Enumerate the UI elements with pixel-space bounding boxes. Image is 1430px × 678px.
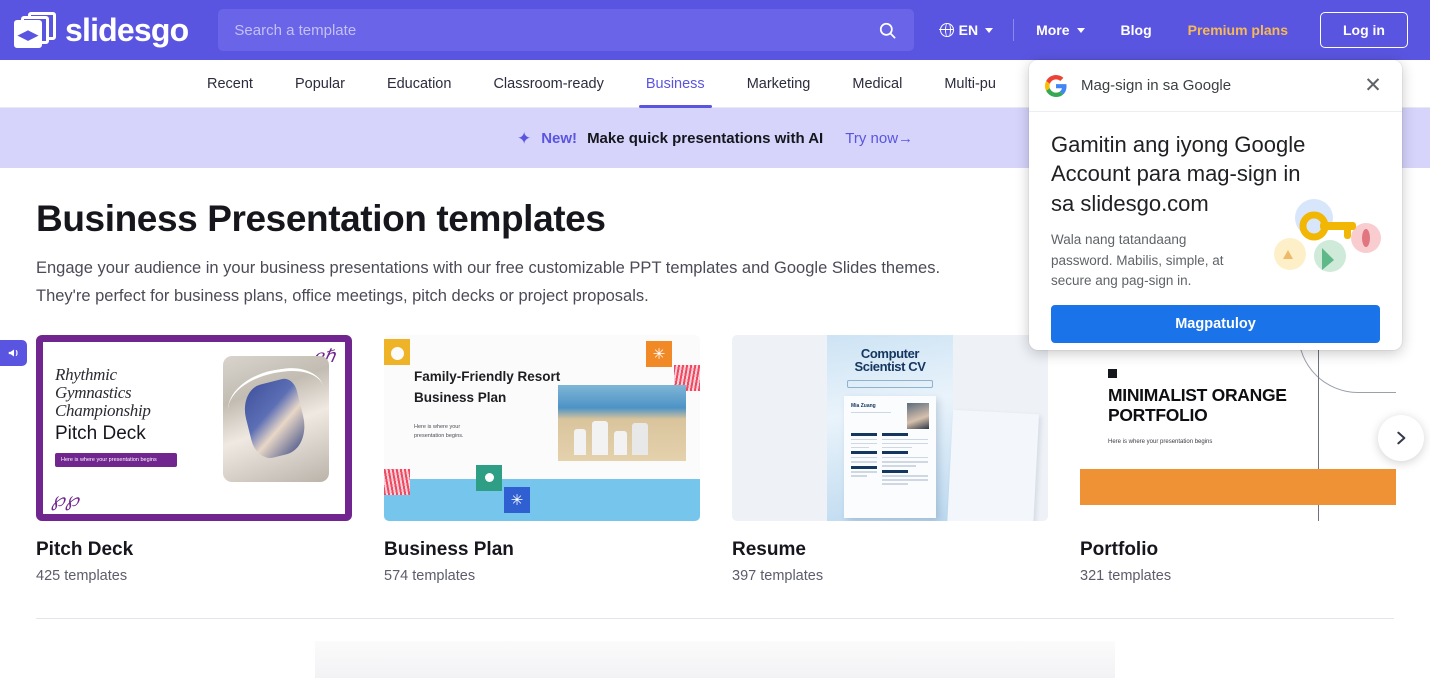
- feedback-tab-button[interactable]: [0, 340, 27, 366]
- category-card-business-plan[interactable]: ✳ ✳ Family-Friendly Resort Business Plan…: [384, 335, 700, 584]
- nav-tab-popular[interactable]: Popular: [274, 60, 366, 108]
- search-icon: [878, 21, 897, 40]
- category-card-resume[interactable]: Computer Scientist CV Mia Zuang: [732, 335, 1048, 584]
- thumb-photo: [558, 385, 686, 461]
- login-button[interactable]: Log in: [1320, 12, 1408, 48]
- premium-plans-link[interactable]: Premium plans: [1170, 22, 1306, 38]
- nav-tab-multi-purpose[interactable]: Multi-pu: [923, 60, 1017, 108]
- pattern-swatch: [384, 469, 410, 495]
- carousel-next-button[interactable]: [1378, 415, 1424, 461]
- thumb-line-4: Pitch Deck: [55, 423, 205, 445]
- thumbnail-pitch-deck: ℯℏ ℘℘ Rhythmic Gymnastics Championship P…: [36, 335, 352, 521]
- palm-icon: ✳: [646, 341, 672, 367]
- google-popup-footer: Magpatuloy: [1029, 291, 1402, 343]
- nav-tab-classroom-ready[interactable]: Classroom-ready: [472, 60, 624, 108]
- google-popup-body: Gamitin ang iyong Google Account para ma…: [1029, 112, 1402, 291]
- site-header: ◀▶ slidesgo EN More: [0, 0, 1430, 60]
- language-selector[interactable]: EN: [924, 22, 1009, 38]
- card-title: Pitch Deck: [36, 539, 352, 561]
- thumb-line-2: PORTFOLIO: [1108, 405, 1338, 426]
- google-popup-title: Mag-sign in sa Google: [1081, 77, 1360, 94]
- blog-link[interactable]: Blog: [1103, 22, 1170, 38]
- nav-tab-education[interactable]: Education: [366, 60, 473, 108]
- slidesgo-logo-icon: ◀▶: [14, 12, 56, 48]
- google-signin-popup: Mag-sign in sa Google ✕ Gamitin ang iyon…: [1029, 60, 1402, 350]
- card-count: 321 templates: [1080, 568, 1396, 584]
- category-carousel: ℯℏ ℘℘ Rhythmic Gymnastics Championship P…: [36, 335, 1430, 584]
- sparkle-icon: ✦: [517, 130, 531, 147]
- promo-badge: New!: [541, 130, 577, 147]
- search-button[interactable]: [862, 9, 914, 51]
- brand-logo-link[interactable]: ◀▶ slidesgo: [14, 12, 188, 49]
- card-count: 574 templates: [384, 568, 700, 584]
- loading-placeholder: [315, 641, 1115, 678]
- thumb-line-1: Computer: [854, 347, 925, 361]
- nav-tab-recent[interactable]: Recent: [186, 60, 274, 108]
- thumb-line-2: Scientist CV: [854, 360, 925, 374]
- header-divider: [1013, 19, 1014, 41]
- thumb-sub: Here is where your presentation begins.: [414, 423, 484, 441]
- chevron-right-icon: [1393, 430, 1409, 446]
- header-actions: EN More Blog Premium plans Log in: [924, 12, 1430, 48]
- chevron-down-icon: [1077, 28, 1085, 33]
- thumbnail-resume: Computer Scientist CV Mia Zuang: [732, 335, 1048, 521]
- close-icon[interactable]: ✕: [1360, 73, 1386, 99]
- dot-swatch: [476, 465, 502, 491]
- promo-cta-label: Try now: [845, 130, 898, 147]
- more-menu[interactable]: More: [1018, 22, 1102, 38]
- thumb-line-1: Rhythmic: [55, 366, 205, 384]
- google-popup-text: Wala nang tatandaang password. Mabilis, …: [1051, 230, 1251, 291]
- card-title: Business Plan: [384, 539, 700, 561]
- blog-label: Blog: [1121, 22, 1152, 38]
- thumb-line-1: Family-Friendly Resort: [414, 367, 564, 388]
- thumb-sub: Here is where your presentation begins: [1108, 439, 1212, 445]
- chevron-down-icon: [985, 28, 993, 33]
- google-popup-header: Mag-sign in sa Google ✕: [1029, 60, 1402, 112]
- slidesgo-page: ◀▶ slidesgo EN More: [0, 0, 1430, 678]
- thumb-line-3: Championship: [55, 402, 205, 420]
- arrow-right-icon: →: [898, 130, 913, 147]
- megaphone-icon: [7, 346, 21, 360]
- thumb-line-2: Business Plan: [414, 388, 564, 409]
- nav-tab-medical[interactable]: Medical: [831, 60, 923, 108]
- passkey-illustration-icon: [1260, 196, 1388, 278]
- brand-name: slidesgo: [65, 12, 188, 49]
- google-continue-button[interactable]: Magpatuloy: [1051, 305, 1380, 343]
- thumbnail-business-plan: ✳ ✳ Family-Friendly Resort Business Plan…: [384, 335, 700, 521]
- thumb-line-1: MINIMALIST ORANGE: [1108, 385, 1338, 406]
- nav-tab-business[interactable]: Business: [625, 60, 726, 108]
- promo-cta[interactable]: Try now→: [845, 130, 913, 147]
- google-logo-icon: [1045, 75, 1067, 97]
- language-label: EN: [959, 22, 978, 38]
- thumb-line-2: Gymnastics: [55, 384, 205, 402]
- card-title: Resume: [732, 539, 1048, 561]
- thumb-resume-sheet: Mia Zuang: [844, 396, 936, 518]
- thumbnail-portfolio: MINIMALIST ORANGE PORTFOLIO Here is wher…: [1080, 335, 1396, 521]
- thumb-photo: [223, 356, 329, 482]
- thumb-chip: Here is where your presentation begins: [55, 453, 177, 467]
- search-bar[interactable]: [218, 9, 913, 51]
- section-divider: [36, 618, 1394, 619]
- card-count: 397 templates: [732, 568, 1048, 584]
- page-description: Engage your audience in your business pr…: [36, 254, 966, 311]
- sun-icon: [384, 339, 410, 365]
- more-label: More: [1036, 22, 1069, 38]
- premium-label: Premium plans: [1188, 22, 1288, 38]
- category-card-portfolio[interactable]: MINIMALIST ORANGE PORTFOLIO Here is wher…: [1080, 335, 1396, 584]
- palm-icon: ✳: [504, 487, 530, 513]
- promo-message: Make quick presentations with AI: [587, 130, 823, 147]
- globe-icon: [940, 23, 954, 37]
- card-count: 425 templates: [36, 568, 352, 584]
- card-title: Portfolio: [1080, 539, 1396, 561]
- category-card-pitch-deck[interactable]: ℯℏ ℘℘ Rhythmic Gymnastics Championship P…: [36, 335, 352, 584]
- search-input[interactable]: [218, 22, 861, 39]
- nav-tab-marketing[interactable]: Marketing: [726, 60, 832, 108]
- decorative-swirl-icon: ℘℘: [51, 487, 79, 512]
